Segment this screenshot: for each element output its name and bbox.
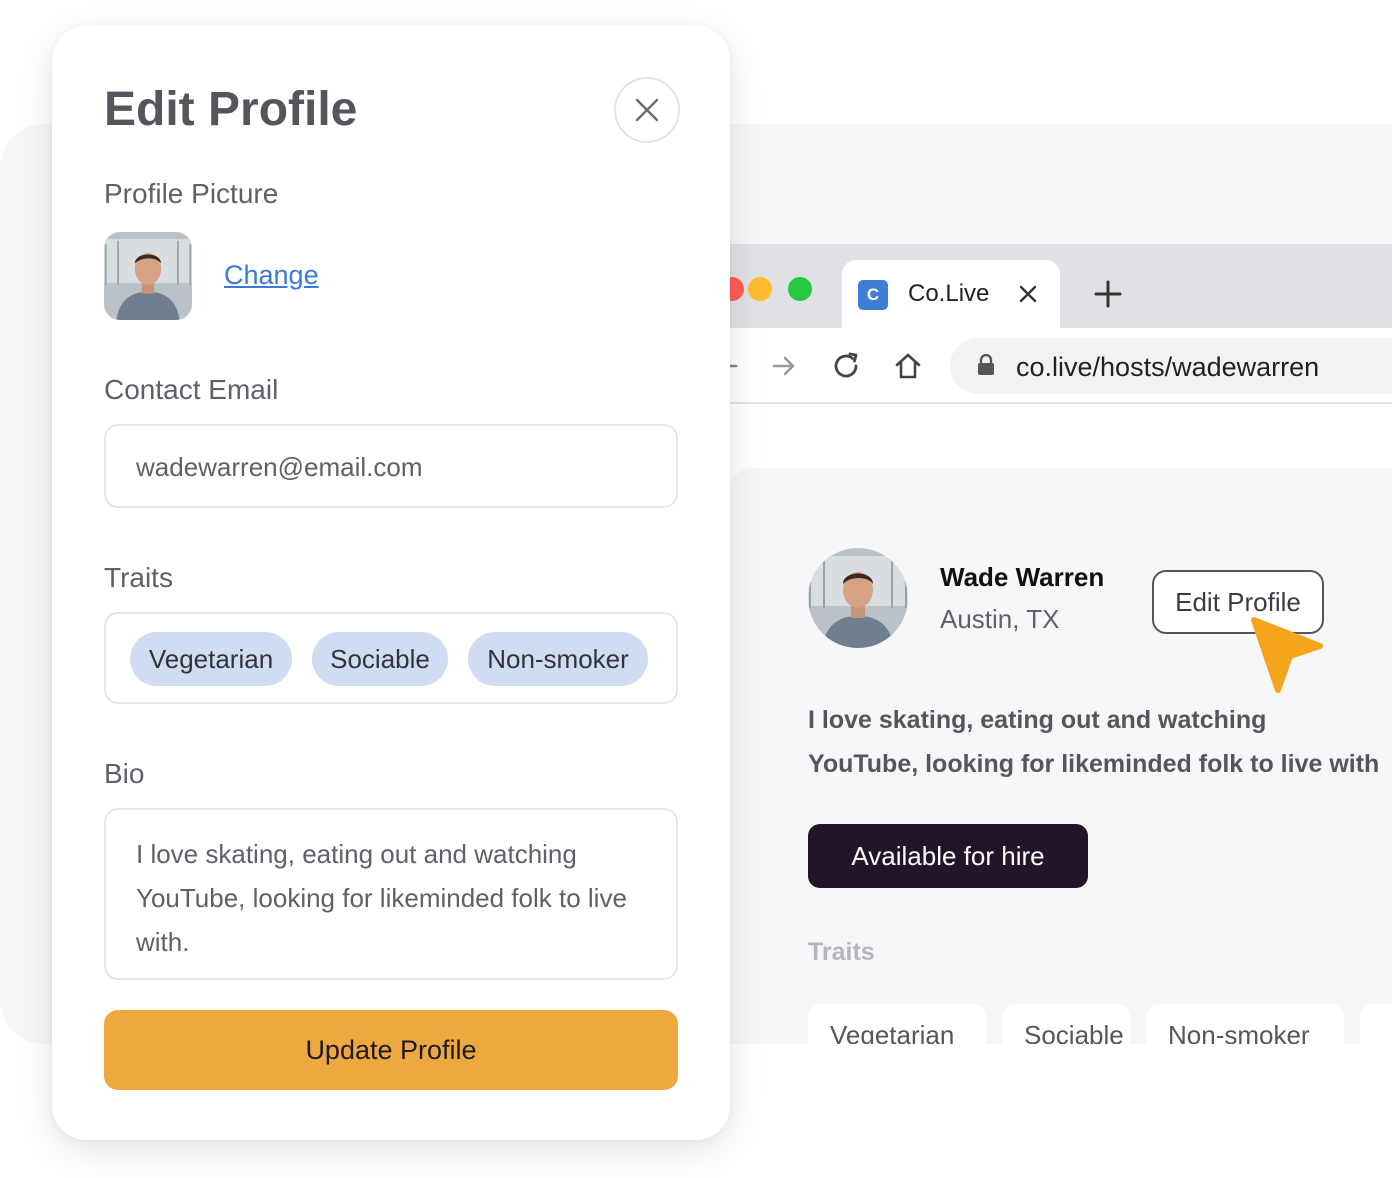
avatar-photo-icon [808,548,908,648]
available-for-hire-button[interactable]: Available for hire [808,824,1088,888]
address-bar[interactable]: co.live/hosts/wadewarren [950,338,1392,394]
browser-toolbar: co.live/hosts/wadewarren [730,328,1392,404]
email-field[interactable]: wadewarren@email.com [104,424,678,508]
page-traits-heading: Traits [808,938,875,966]
minimize-window-dot[interactable] [748,277,772,301]
edit-profile-modal: Edit Profile Profile Picture Change Cont… [52,26,730,1140]
update-profile-button[interactable]: Update Profile [104,1010,678,1090]
close-window-dot[interactable] [730,277,744,301]
browser-window: C Co.Live co.live/hosts/wadewarren Wade … [730,244,1392,1044]
home-icon[interactable] [892,350,924,382]
url-text: co.live/hosts/wadewarren [1016,352,1320,382]
page-trait-chip: Non-smoker [1146,1004,1344,1044]
contact-email-label: Contact Email [104,374,279,405]
traits-field[interactable]: Vegetarian Sociable Non-smoker [104,612,678,704]
maximize-window-dot[interactable] [788,277,812,301]
stage: C Co.Live co.live/hosts/wadewarren Wade … [0,0,1392,1178]
profile-name: Wade Warren [940,562,1105,592]
page-trait-chip: Vegetarian [808,1004,986,1044]
trait-chip-non-smoker[interactable]: Non-smoker [468,632,648,686]
close-icon [635,98,659,122]
profile-location: Austin, TX [940,604,1060,634]
profile-picture-label: Profile Picture [104,178,279,209]
traits-label: Traits [104,562,173,593]
new-tab-icon[interactable] [1092,278,1124,310]
profile-bio: I love skating, eating out and watching … [808,698,1392,786]
modal-title: Edit Profile [104,83,358,136]
reload-icon[interactable] [830,350,862,382]
bio-label: Bio [104,758,145,789]
favicon-icon: C [858,280,888,310]
page-trait-chip-partial [1360,1004,1392,1044]
bio-value: I love skating, eating out and watching … [136,839,627,957]
lock-icon [978,354,994,375]
host-profile-page: Wade Warren Austin, TX Edit Profile I lo… [730,468,1392,1044]
avatar [808,548,908,648]
avatar-photo-icon [104,232,192,320]
profile-bio-line: YouTube, looking for likeminded folk to … [808,750,1380,778]
tab-strip: C Co.Live [730,244,1392,328]
tab-title: Co.Live [908,280,990,307]
page-trait-chip: Sociable [1002,1004,1130,1044]
forward-arrow-icon[interactable] [768,350,800,382]
tab-close-icon[interactable] [1014,280,1042,308]
bio-textarea[interactable]: I love skating, eating out and watching … [104,808,678,980]
pointer-cursor-icon [1251,617,1323,693]
back-arrow-icon[interactable] [730,350,742,382]
trait-chip-vegetarian[interactable]: Vegetarian [130,632,292,686]
email-value: wadewarren@email.com [136,452,423,482]
profile-bio-line: I love skating, eating out and watching [808,706,1267,734]
trait-chip-sociable[interactable]: Sociable [312,632,448,686]
close-modal-button[interactable] [614,77,680,143]
change-picture-link[interactable]: Change [224,260,319,291]
profile-picture [104,232,192,320]
browser-tab[interactable]: C Co.Live [842,260,1060,328]
